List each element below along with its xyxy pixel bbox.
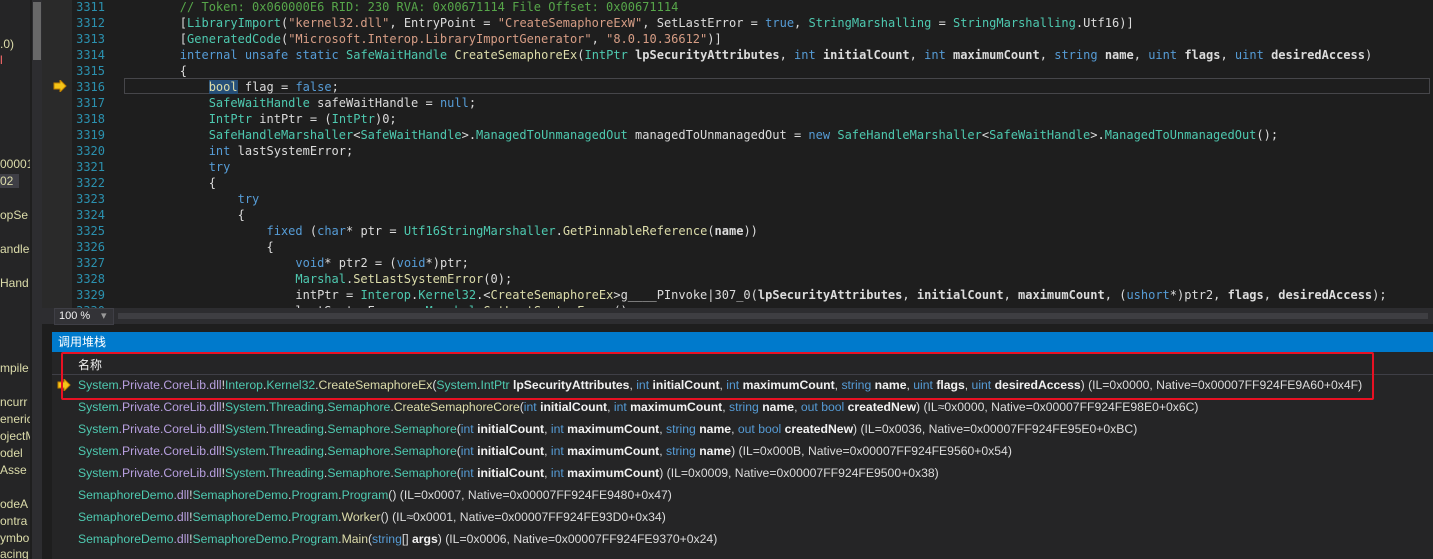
line-number: 3313 xyxy=(76,32,105,46)
horizontal-scrollbar[interactable] xyxy=(118,313,1428,319)
code-line[interactable]: 3315 { xyxy=(42,63,1433,79)
line-number: 3323 xyxy=(76,192,105,206)
code-text[interactable]: int lastSystemError; xyxy=(122,143,354,159)
callstack-frame[interactable]: SemaphoreDemo.dll!SemaphoreDemo.Program.… xyxy=(78,506,666,528)
code-editor[interactable]: 3311 // Token: 0x060000E6 RID: 230 RVA: … xyxy=(42,0,1433,308)
code-line[interactable]: 3314 internal unsafe static SafeWaitHand… xyxy=(42,47,1433,63)
line-number: 3327 xyxy=(76,256,105,270)
code-text[interactable]: try xyxy=(122,159,231,175)
panel-fragment: odel xyxy=(0,446,23,460)
code-text[interactable]: bool flag = false; xyxy=(122,79,339,95)
code-line[interactable]: 3328 Marshal.SetLastSystemError(0); xyxy=(42,271,1433,287)
code-text[interactable]: Marshal.SetLastSystemError(0); xyxy=(122,271,512,287)
code-text[interactable]: internal unsafe static SafeWaitHandle Cr… xyxy=(122,47,1372,63)
code-line[interactable]: 3327 void* ptr2 = (void*)ptr; xyxy=(42,255,1433,271)
code-text[interactable]: // Token: 0x060000E6 RID: 230 RVA: 0x006… xyxy=(122,0,679,15)
panel-fragment: ymbo xyxy=(0,531,30,545)
callstack-frame[interactable]: SemaphoreDemo.dll!SemaphoreDemo.Program.… xyxy=(78,484,672,506)
line-number: 3311 xyxy=(76,0,105,14)
code-line[interactable]: 3323 try xyxy=(42,191,1433,207)
code-text[interactable]: { xyxy=(122,239,274,255)
code-text[interactable]: fixed (char* ptr = Utf16StringMarshaller… xyxy=(122,223,758,239)
line-number: 3320 xyxy=(76,144,105,158)
line-number: 3324 xyxy=(76,208,105,222)
line-number: 3321 xyxy=(76,160,105,174)
code-line[interactable]: 3316 bool flag = false; xyxy=(42,79,1433,95)
line-number: 3318 xyxy=(76,112,105,126)
zoom-dropdown[interactable]: 100 % ▾ xyxy=(54,308,114,325)
panel-fragment: Asse xyxy=(0,463,27,477)
panel-scrollbar[interactable] xyxy=(32,0,42,559)
line-number: 3325 xyxy=(76,224,105,238)
editor-status-strip: 100 % ▾ xyxy=(42,308,1433,325)
code-text[interactable]: SafeWaitHandle safeWaitHandle = null; xyxy=(122,95,476,111)
code-text[interactable]: try xyxy=(122,191,260,207)
code-text[interactable]: void* ptr2 = (void*)ptr; xyxy=(122,255,469,271)
code-text[interactable]: IntPtr intPtr = (IntPtr)0; xyxy=(122,111,397,127)
line-number: 3315 xyxy=(76,64,105,78)
code-text[interactable]: SafeHandleMarshaller<SafeWaitHandle>.Man… xyxy=(122,127,1278,143)
panel-fragment: .0) xyxy=(0,37,15,51)
code-line[interactable]: 3312 [LibraryImport("kernel32.dll", Entr… xyxy=(42,15,1433,31)
zoom-level: 100 % xyxy=(59,310,91,322)
code-line[interactable]: 3318 IntPtr intPtr = (IntPtr)0; xyxy=(42,111,1433,127)
code-line[interactable]: 3313 [GeneratedCode("Microsoft.Interop.L… xyxy=(42,31,1433,47)
panel-fragment: andles xyxy=(0,242,30,256)
code-text[interactable]: { xyxy=(122,175,216,191)
line-number: 3328 xyxy=(76,272,105,286)
line-number: 3312 xyxy=(76,16,105,30)
code-text[interactable]: [GeneratedCode("Microsoft.Interop.Librar… xyxy=(122,31,722,47)
panel-fragment: ontra xyxy=(0,514,28,528)
code-line[interactable]: 3325 fixed (char* ptr = Utf16StringMarsh… xyxy=(42,223,1433,239)
highlight-annotation-box xyxy=(61,352,1374,400)
panel-fragment: l xyxy=(0,53,3,67)
code-line[interactable]: 3311 // Token: 0x060000E6 RID: 230 RVA: … xyxy=(42,0,1433,15)
scrollbar-thumb[interactable] xyxy=(33,2,41,60)
callstack-frame[interactable]: SemaphoreDemo.dll!SemaphoreDemo.Program.… xyxy=(78,528,717,550)
code-line[interactable]: 3326 { xyxy=(42,239,1433,255)
panel-fragment: acing xyxy=(0,547,29,559)
code-text[interactable]: intPtr = Interop.Kernel32.<CreateSemapho… xyxy=(122,287,1386,303)
line-number: 3329 xyxy=(76,288,105,302)
code-line[interactable]: 3319 SafeHandleMarshaller<SafeWaitHandle… xyxy=(42,127,1433,143)
callstack-title: 调用堆栈 xyxy=(58,335,107,349)
code-line[interactable]: 3320 int lastSystemError; xyxy=(42,143,1433,159)
panel-fragment: 00001 xyxy=(0,157,30,171)
panel-fragment: ojectM xyxy=(0,429,30,443)
panel-fragment: Hand xyxy=(0,276,29,290)
code-line[interactable]: 3324 { xyxy=(42,207,1433,223)
callstack-frame[interactable]: System.Private.CoreLib.dll!System.Thread… xyxy=(78,462,939,484)
callstack-frame[interactable]: System.Private.CoreLib.dll!System.Thread… xyxy=(78,418,1137,440)
line-number: 3317 xyxy=(76,96,105,110)
line-number: 3314 xyxy=(76,48,105,62)
line-number: 3316 xyxy=(76,80,105,94)
code-text[interactable]: { xyxy=(122,207,245,223)
panel-fragment: 02 xyxy=(0,174,20,188)
code-line[interactable]: 3329 intPtr = Interop.Kernel32.<CreateSe… xyxy=(42,287,1433,303)
panel-fragment: opSe xyxy=(0,208,29,222)
callstack-title-bar[interactable]: 调用堆栈 xyxy=(52,332,1433,352)
code-line[interactable]: 3317 SafeWaitHandle safeWaitHandle = nul… xyxy=(42,95,1433,111)
panel-fragment: ncurr xyxy=(0,395,28,409)
code-text[interactable]: { xyxy=(122,63,187,79)
line-number: 3322 xyxy=(76,176,105,190)
solution-explorer-panel: .0) l 00001 02 opSe andles Hand mpile nc… xyxy=(0,0,30,559)
code-line[interactable]: 3322 { xyxy=(42,175,1433,191)
panel-fragment: odeA xyxy=(0,497,29,511)
callstack-frame[interactable]: System.Private.CoreLib.dll!System.Thread… xyxy=(78,440,1012,462)
line-number: 3326 xyxy=(76,240,105,254)
code-text[interactable]: [LibraryImport("kernel32.dll", EntryPoin… xyxy=(122,15,1134,31)
panel-fragment: eneric xyxy=(0,412,30,426)
line-number: 3319 xyxy=(76,128,105,142)
panel-fragment: mpile xyxy=(0,361,29,375)
chevron-down-icon: ▾ xyxy=(101,310,107,322)
code-line[interactable]: 3321 try xyxy=(42,159,1433,175)
